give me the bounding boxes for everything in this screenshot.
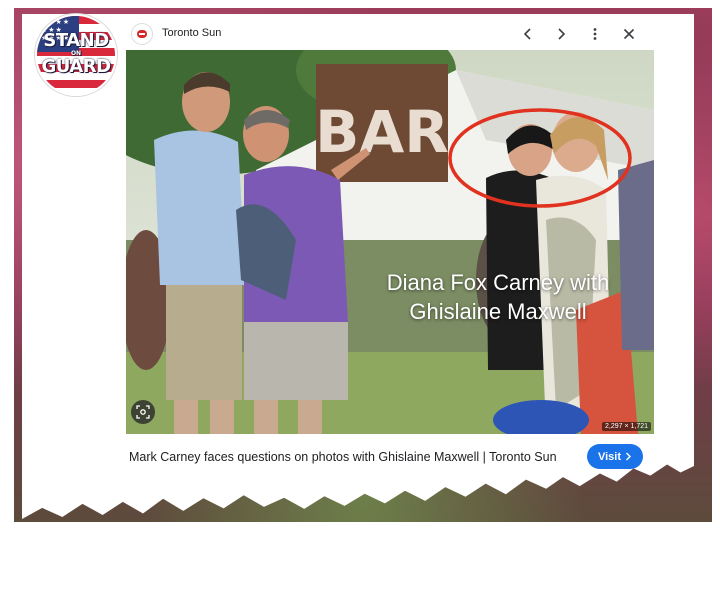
image-viewer-header: Toronto Sun	[126, 18, 654, 50]
next-arrow-icon[interactable]	[549, 22, 573, 46]
bar-sign-text: BAR	[315, 98, 449, 166]
visit-button[interactable]: Visit	[587, 444, 643, 469]
result-page-title[interactable]: Mark Carney faces questions on photos wi…	[129, 450, 557, 464]
image-dimensions: 2,297 × 1,721	[601, 422, 651, 431]
prev-arrow-icon[interactable]	[516, 22, 540, 46]
toronto-sun-favicon-icon[interactable]	[132, 24, 152, 44]
lens-icon[interactable]	[131, 400, 155, 424]
logo-wordmark: STAND ON GUARD	[41, 30, 111, 77]
source-name[interactable]: Toronto Sun	[162, 27, 221, 39]
photo-scene: BAR	[126, 50, 654, 434]
close-icon[interactable]	[617, 22, 641, 46]
photo-caption: Diana Fox Carney with Ghislaine Maxwell	[386, 270, 610, 324]
visit-label: Visit	[597, 450, 622, 463]
chevron-right-icon	[626, 452, 632, 461]
more-vert-icon[interactable]	[583, 22, 607, 46]
news-photo[interactable]: BAR Diana Fox Carney with Ghislaine Maxw…	[126, 50, 654, 434]
stand-on-guard-logo: ★★★★ ★★★ ★★★★ STAND ON GUARD	[35, 14, 117, 96]
